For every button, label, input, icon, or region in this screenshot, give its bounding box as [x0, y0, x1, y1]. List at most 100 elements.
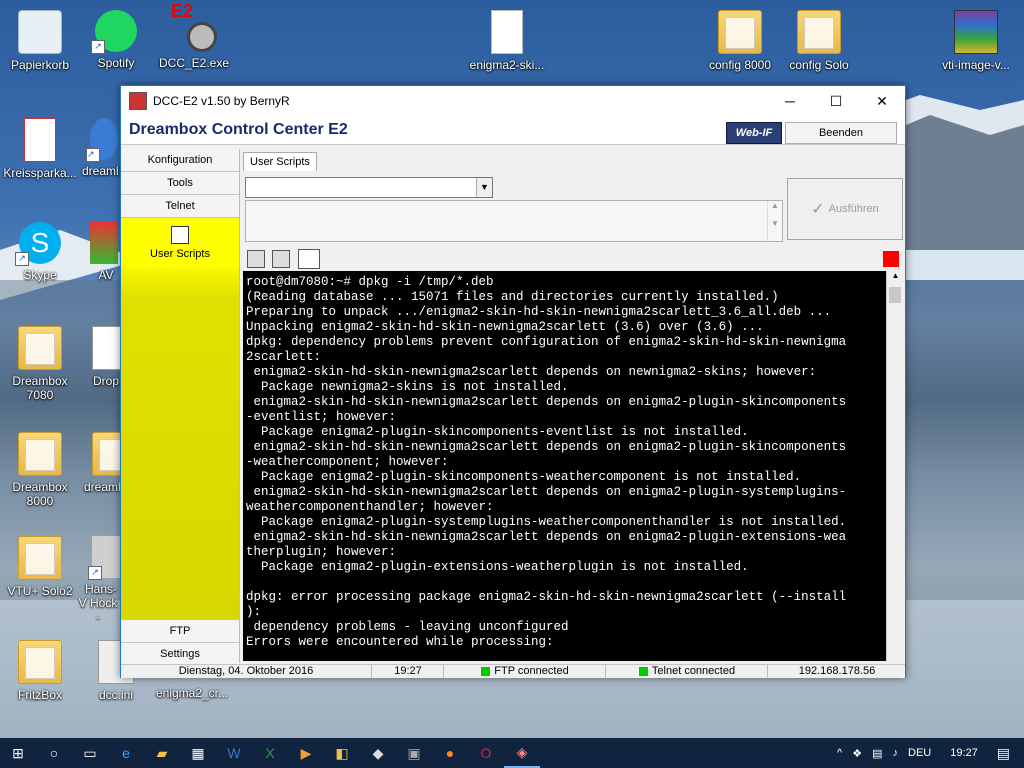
- dcc-e2-window: DCC-E2 v1.50 by BernyR ─ ☐ ✕ Dreambox Co…: [120, 85, 906, 678]
- scrollbar-thumb[interactable]: [889, 287, 901, 303]
- desktop-icon-recycle-bin[interactable]: Papierkorb: [0, 10, 80, 72]
- desktop-icon-kreissparkasse[interactable]: Kreissparka...: [0, 118, 80, 180]
- script-select[interactable]: ▼: [245, 177, 493, 198]
- desktop-icon-config-8000[interactable]: config 8000: [700, 10, 780, 72]
- sidebar: Konfiguration Tools Telnet User Scripts …: [121, 149, 240, 666]
- word-icon[interactable]: W: [216, 738, 252, 768]
- checkmark-icon: ✓: [811, 201, 825, 218]
- connection-indicator: [883, 251, 899, 267]
- ausfuehren-button[interactable]: ✓ Ausführen: [787, 178, 903, 240]
- script-icon: [171, 226, 189, 244]
- desktop-icon-spotify[interactable]: ↗ Spotify: [76, 10, 156, 70]
- desktop-icon-vtu-solo2[interactable]: VTU+ Solo2: [0, 536, 80, 598]
- excel-icon[interactable]: X: [252, 738, 288, 768]
- windows-start-icon[interactable]: ⊞: [0, 738, 36, 768]
- desktop-icon-dropbox[interactable]: Drop: [76, 326, 120, 388]
- search-icon[interactable]: ○: [36, 738, 72, 768]
- opera-icon[interactable]: O: [468, 738, 504, 768]
- desktop-icon-dreambox-8000[interactable]: Dreambox 8000: [0, 432, 80, 508]
- terminal-line: Unpacking enigma2-skin-hd-skin-newnigma2…: [246, 320, 764, 334]
- desktop-icon-label: dreaml: [84, 480, 120, 494]
- input-language[interactable]: DEU: [908, 747, 931, 759]
- desktop-icon-label: config Solo: [789, 58, 849, 72]
- desktop-icon-dreambox-7080[interactable]: Dreambox 7080: [0, 326, 80, 402]
- media-player-icon[interactable]: ▶: [288, 738, 324, 768]
- notification-icon[interactable]: ▤: [997, 745, 1010, 762]
- desktop-icon-dcc-e2[interactable]: E2 DCC_E2.exe: [154, 2, 234, 70]
- ausfuehren-label: Ausführen: [828, 203, 879, 215]
- terminal-line: Package enigma2-plugin-skincomponents-ev…: [246, 425, 749, 439]
- clock[interactable]: 19:27: [950, 747, 978, 759]
- command-box-scrollbar[interactable]: ▲ ▼: [767, 201, 782, 241]
- desktop-icon-skype[interactable]: S ↗ Skype: [0, 222, 80, 282]
- app-icon: [129, 92, 147, 110]
- script-command-box[interactable]: ▲ ▼: [245, 200, 783, 242]
- store-icon[interactable]: ▦: [180, 738, 216, 768]
- terminal-toolbar: [247, 249, 324, 269]
- paste-icon[interactable]: [272, 250, 291, 268]
- dropbox-icon: [92, 326, 120, 370]
- firefox-icon[interactable]: ●: [432, 738, 468, 768]
- file-explorer-icon[interactable]: ▰: [144, 738, 180, 768]
- ftp-status: FTP connected: [494, 665, 569, 677]
- chevron-down-icon[interactable]: ▼: [476, 178, 492, 197]
- satellite-dish-icon: E2: [171, 2, 217, 52]
- sidebar-item-tools[interactable]: Tools: [121, 172, 239, 195]
- scroll-up-icon[interactable]: ▲: [887, 271, 904, 280]
- desktop-icon-vti-image[interactable]: vti-image-v...: [936, 10, 1016, 72]
- terminal-line: enigma2-skin-hd-skin-newnigma2scarlett d…: [246, 485, 847, 499]
- desktop-icon-label: enigma2_cr...: [155, 686, 229, 700]
- desktop-icon-av[interactable]: AV: [76, 222, 120, 282]
- volume-icon[interactable]: ♪: [893, 747, 899, 759]
- terminal-line: dpkg: error processing package enigma2-s…: [246, 590, 847, 604]
- tab-user-scripts[interactable]: User Scripts: [243, 152, 317, 171]
- app-icon[interactable]: ▣: [396, 738, 432, 768]
- file-icon: [491, 10, 523, 54]
- desktop-icon-label: Dreambox 8000: [12, 480, 68, 508]
- edge-icon[interactable]: e: [108, 738, 144, 768]
- chevron-up-icon[interactable]: ^: [837, 747, 842, 759]
- close-button[interactable]: ✕: [859, 86, 905, 116]
- sidebar-item-ftp[interactable]: FTP: [121, 620, 239, 643]
- desktop-icon-enigma2-skin[interactable]: enigma2-ski...: [467, 10, 547, 72]
- script-editor-icon[interactable]: [297, 249, 320, 269]
- task-view-icon[interactable]: ▭: [72, 738, 108, 768]
- telnet-status: Telnet connected: [651, 665, 736, 677]
- desktop-icon-dreaml-1[interactable]: ↗ dreaml: [76, 118, 120, 178]
- desktop-icon-label: FritzBox: [17, 688, 62, 702]
- copy-icon[interactable]: [247, 250, 265, 268]
- desktop-icon-label: enigma2-ski...: [469, 58, 545, 72]
- dcc-e2-taskbar-icon[interactable]: ◈: [504, 738, 540, 768]
- sidebar-item-telnet[interactable]: Telnet: [121, 195, 239, 218]
- recycle-bin-icon: [18, 10, 62, 54]
- sidebar-item-konfiguration[interactable]: Konfiguration: [121, 149, 239, 172]
- sidebar-item-settings[interactable]: Settings: [121, 643, 239, 666]
- terminal-scrollbar[interactable]: ▲: [886, 271, 904, 661]
- maximize-button[interactable]: ☐: [813, 86, 859, 116]
- desktop-icon-config-solo[interactable]: config Solo: [779, 10, 859, 72]
- webif-button[interactable]: Web-IF: [726, 122, 782, 144]
- minimize-button[interactable]: ─: [767, 86, 813, 116]
- telnet-terminal[interactable]: root@dm7080:~# dpkg -i /tmp/*.deb (Readin…: [243, 271, 886, 661]
- beenden-button[interactable]: Beenden: [785, 122, 897, 144]
- desktop-icon-label: Hans-V Hock -: [78, 582, 118, 624]
- sidebar-item-label: User Scripts: [150, 248, 210, 260]
- network-icon[interactable]: ▤: [872, 747, 882, 760]
- folder-icon: [718, 10, 762, 54]
- desktop-icon-dreaml-2[interactable]: dreaml: [76, 432, 120, 494]
- folder-icon: [18, 432, 62, 476]
- app-icon: ↗: [88, 536, 120, 580]
- desktop-icon-hans-hock[interactable]: ↗ Hans-V Hock -: [76, 536, 120, 624]
- app-icon[interactable]: ◧: [324, 738, 360, 768]
- ftp-led-icon: [481, 666, 491, 676]
- telnet-led-icon: [638, 666, 648, 676]
- dropbox-tray-icon[interactable]: ❖: [852, 747, 862, 760]
- app-icon[interactable]: ◆: [360, 738, 396, 768]
- terminal-line: enigma2-skin-hd-skin-newnigma2scarlett d…: [246, 395, 847, 409]
- skype-icon: S ↗: [15, 222, 61, 266]
- desktop-icon-fritzbox[interactable]: FritzBox: [0, 640, 80, 702]
- terminal-line: enigma2-skin-hd-skin-newnigma2scarlett d…: [246, 530, 847, 544]
- window-titlebar[interactable]: DCC-E2 v1.50 by BernyR ─ ☐ ✕: [121, 86, 905, 116]
- sidebar-item-user-scripts[interactable]: User Scripts: [121, 218, 239, 268]
- desktop-icon-label: VTU+ Solo2: [7, 584, 73, 598]
